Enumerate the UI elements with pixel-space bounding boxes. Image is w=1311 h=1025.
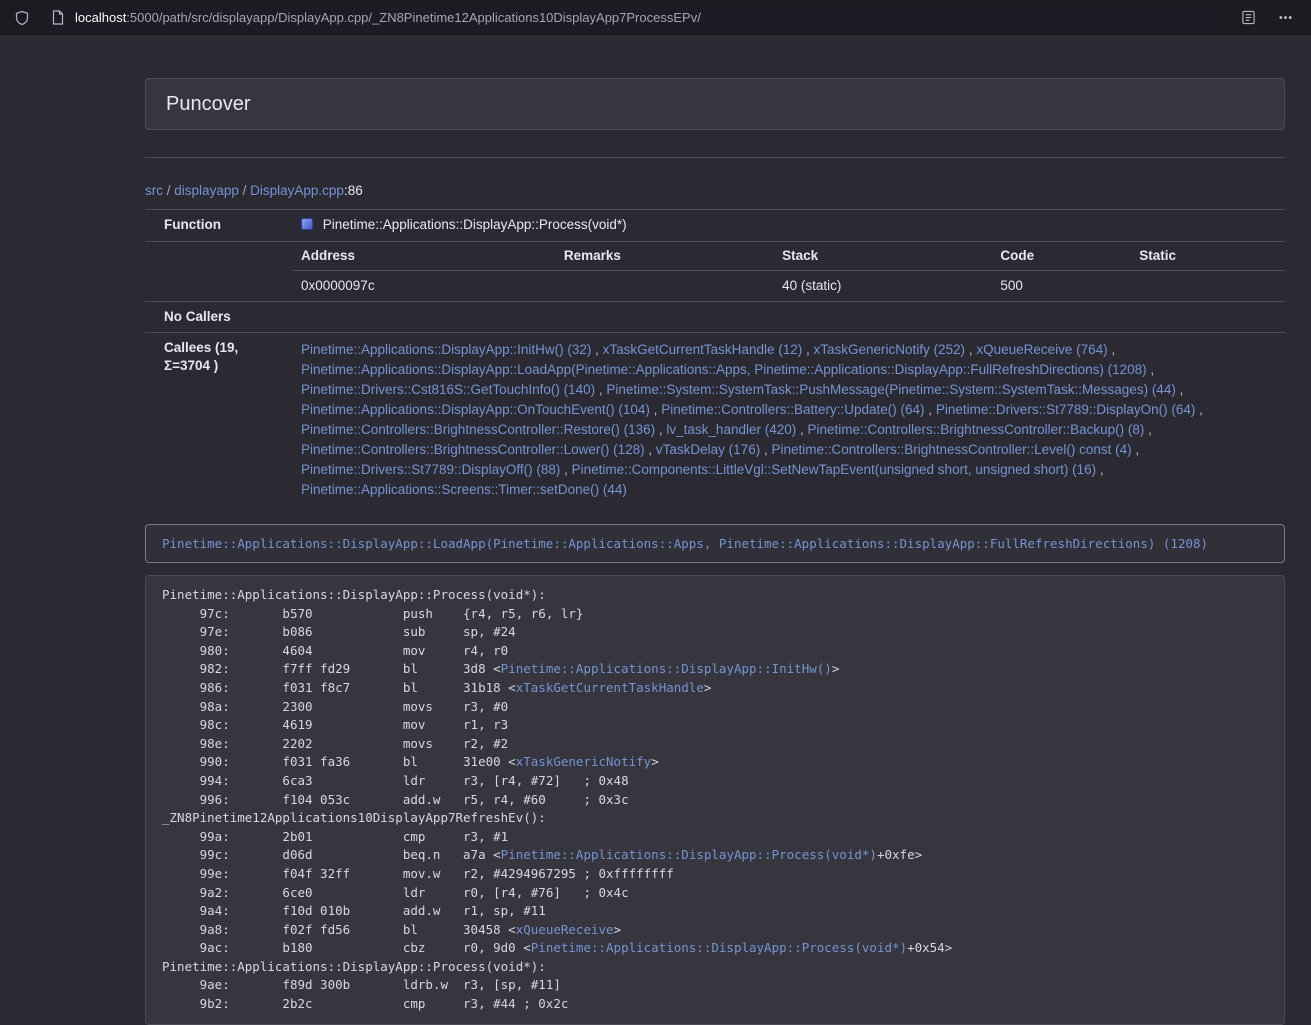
stat-remarks: [556, 271, 774, 302]
empty-label-cell: [145, 242, 293, 302]
callee-link[interactable]: Pinetime::Controllers::BrightnessControl…: [808, 422, 1145, 437]
callee-link[interactable]: Pinetime::Controllers::BrightnessControl…: [771, 442, 1131, 457]
callee-link[interactable]: xTaskGetCurrentTaskHandle (12): [603, 342, 803, 357]
breadcrumb-line-number: :86: [344, 183, 363, 198]
callee-separator: ,: [1144, 422, 1152, 437]
stat-address: 0x0000097c: [293, 271, 556, 302]
stats-value-row: 0x0000097c 40 (static) 500: [293, 271, 1285, 302]
callee-separator: ,: [655, 422, 666, 437]
function-name: Pinetime::Applications::DisplayApp::Proc…: [323, 217, 627, 232]
col-stack: Stack: [774, 242, 992, 271]
callee-link[interactable]: vTaskDelay (176): [656, 442, 760, 457]
col-address: Address: [293, 242, 556, 271]
breadcrumb-src-link[interactable]: src: [145, 183, 163, 198]
callee-link[interactable]: Pinetime::Applications::DisplayApp::OnTo…: [301, 402, 650, 417]
code-symbol-link[interactable]: Pinetime::Applications::DisplayApp::Init…: [501, 661, 832, 676]
selected-callee-link[interactable]: Pinetime::Applications::DisplayApp::Load…: [162, 536, 1208, 551]
code-symbol-link[interactable]: xTaskGenericNotify: [516, 754, 651, 769]
callee-separator: ,: [1108, 342, 1116, 357]
url-host: localhost: [75, 10, 126, 25]
callee-link[interactable]: Pinetime::Drivers::St7789::DisplayOff() …: [301, 462, 560, 477]
page-info-icon[interactable]: [51, 10, 65, 25]
callee-separator: ,: [796, 422, 807, 437]
code-symbol-link[interactable]: xTaskGetCurrentTaskHandle: [516, 680, 704, 695]
callees-row: Callees (19, Σ=3704 ) Pinetime::Applicat…: [145, 333, 1285, 508]
callee-separator: ,: [965, 342, 976, 357]
col-remarks: Remarks: [556, 242, 774, 271]
callee-link[interactable]: lv_task_handler (420): [666, 422, 796, 437]
callee-link[interactable]: Pinetime::Controllers::Battery::Update()…: [661, 402, 924, 417]
col-static: Static: [1131, 242, 1285, 271]
callee-link[interactable]: Pinetime::System::SystemTask::PushMessag…: [606, 382, 1175, 397]
stats-row: Address Remarks Stack Code Static 0x0000…: [145, 242, 1285, 302]
breadcrumb-file-link[interactable]: DisplayApp.cpp: [250, 183, 344, 198]
callee-separator: ,: [760, 442, 771, 457]
callee-link[interactable]: Pinetime::Drivers::St7789::DisplayOn() (…: [936, 402, 1196, 417]
stat-stack: 40 (static): [774, 271, 992, 302]
divider: [145, 157, 1285, 158]
no-callers-row: No Callers: [145, 302, 1285, 333]
breadcrumb: src / displayapp / DisplayApp.cpp:86: [145, 182, 1285, 199]
code-symbol-link[interactable]: xQueueReceive: [516, 922, 614, 937]
col-code: Code: [992, 242, 1131, 271]
url-bar[interactable]: localhost:5000/path/src/displayapp/Displ…: [42, 5, 1223, 31]
code-symbol-link[interactable]: Pinetime::Applications::DisplayApp::Proc…: [531, 940, 907, 955]
function-row: Function Pinetime::Applications::Di: [145, 210, 1285, 242]
callee-link[interactable]: Pinetime::Applications::DisplayApp::Load…: [301, 362, 1147, 377]
callee-separator: ,: [650, 402, 661, 417]
callee-separator: ,: [591, 342, 602, 357]
url-text: localhost:5000/path/src/displayapp/Displ…: [75, 10, 701, 25]
overflow-menu-icon[interactable]: [1278, 10, 1293, 25]
no-callers-label: No Callers: [145, 302, 293, 333]
callee-link[interactable]: Pinetime::Applications::Screens::Timer::…: [301, 482, 627, 497]
callee-separator: ,: [560, 462, 571, 477]
callee-link[interactable]: Pinetime::Components::LittleVgl::SetNewT…: [572, 462, 1097, 477]
breadcrumb-separator: /: [243, 183, 247, 198]
callees-label: Callees (19, Σ=3704 ): [145, 333, 293, 508]
disassembly-listing: Pinetime::Applications::DisplayApp::Proc…: [145, 575, 1285, 1025]
callee-separator: ,: [1176, 382, 1184, 397]
selected-callee-box: Pinetime::Applications::DisplayApp::Load…: [145, 524, 1285, 563]
callee-separator: ,: [1132, 442, 1140, 457]
browser-chrome: localhost:5000/path/src/displayapp/Displ…: [0, 0, 1311, 35]
toolbar-buttons: [1241, 10, 1297, 25]
callee-separator: ,: [925, 402, 936, 417]
app-navbar: Puncover: [145, 78, 1285, 130]
stats-header-row: Address Remarks Stack Code Static: [293, 242, 1285, 271]
breadcrumb-separator: /: [167, 183, 171, 198]
callee-link[interactable]: xTaskGenericNotify (252): [814, 342, 966, 357]
stats-table: Address Remarks Stack Code Static 0x0000…: [293, 242, 1285, 301]
app-title[interactable]: Puncover: [166, 93, 251, 116]
callees-list: Pinetime::Applications::DisplayApp::Init…: [293, 333, 1285, 508]
code-symbol-link[interactable]: Pinetime::Applications::DisplayApp::Proc…: [501, 847, 877, 862]
url-path: :5000/path/src/displayapp/DisplayApp.cpp…: [126, 10, 701, 25]
reader-view-icon[interactable]: [1241, 10, 1256, 25]
symbol-table: Function Pinetime::Applications::Di: [145, 209, 1285, 507]
callee-separator: ,: [1096, 462, 1104, 477]
callee-separator: ,: [595, 382, 606, 397]
function-icon: [301, 217, 313, 235]
stat-static: [1131, 271, 1285, 302]
callee-separator: ,: [1147, 362, 1155, 377]
callee-link[interactable]: Pinetime::Applications::DisplayApp::Init…: [301, 342, 591, 357]
tracking-protection-shield-icon[interactable]: [14, 10, 30, 26]
callee-link[interactable]: Pinetime::Drivers::Cst816S::GetTouchInfo…: [301, 382, 595, 397]
callee-link[interactable]: Pinetime::Controllers::BrightnessControl…: [301, 442, 645, 457]
callee-separator: ,: [802, 342, 813, 357]
callee-link[interactable]: Pinetime::Controllers::BrightnessControl…: [301, 422, 655, 437]
callee-separator: ,: [1195, 402, 1203, 417]
callee-separator: ,: [645, 442, 656, 457]
function-row-label: Function: [145, 210, 293, 242]
page-content: Puncover src / displayapp / DisplayApp.c…: [145, 78, 1285, 1025]
stat-code: 500: [992, 271, 1131, 302]
callee-link[interactable]: xQueueReceive (764): [976, 342, 1107, 357]
breadcrumb-displayapp-link[interactable]: displayapp: [174, 183, 239, 198]
